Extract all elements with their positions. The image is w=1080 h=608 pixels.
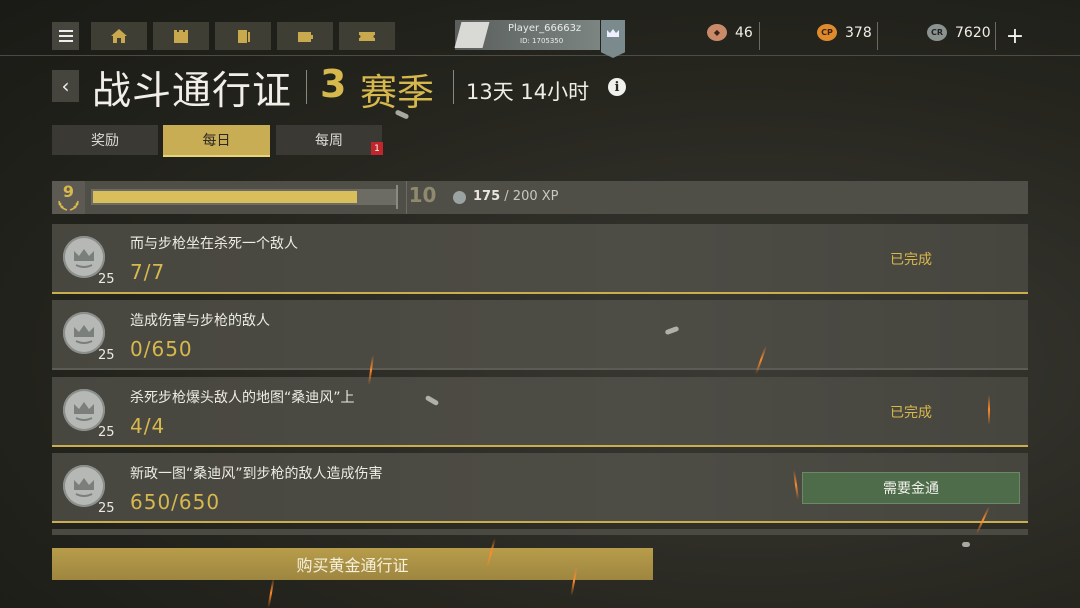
xp-bar-fill	[93, 191, 357, 203]
currency-divider	[759, 22, 760, 50]
rank-tab[interactable]	[601, 20, 625, 58]
barracks-button[interactable]	[153, 22, 209, 50]
challenge-progress: 0/650	[130, 337, 193, 361]
reward-xp: 25	[98, 272, 115, 287]
completed-label: 已完成	[890, 405, 932, 421]
credits-icon: CR	[927, 24, 947, 41]
castle-icon	[174, 30, 188, 43]
challenge-description: 而与步枪坐在杀死一个敌人	[130, 236, 298, 252]
top-divider	[0, 55, 1080, 56]
crate-icon: ◆	[707, 24, 727, 41]
tab-weekly[interactable]: 每周	[276, 125, 382, 155]
chevron-left-icon: ‹	[61, 74, 70, 98]
back-button[interactable]: ‹	[52, 70, 79, 102]
player-id: ID: 1705350	[520, 37, 564, 45]
reward-xp: 25	[98, 348, 115, 363]
title-divider	[453, 70, 454, 104]
hamburger-icon	[58, 30, 73, 42]
ember-particle	[267, 578, 275, 608]
xp-current: 175	[473, 189, 501, 204]
laurel-icon	[58, 200, 79, 211]
xp-icon	[453, 191, 466, 204]
currency-divider	[877, 22, 878, 50]
next-tier: 10	[408, 183, 437, 207]
home-button[interactable]	[91, 22, 147, 50]
xp-total: / 200 XP	[504, 189, 559, 204]
store-button[interactable]	[277, 22, 333, 50]
title-divider	[306, 70, 307, 104]
currency-credits-value: 7620	[955, 24, 991, 41]
home-icon	[111, 29, 127, 43]
battle-pass-button[interactable]	[339, 22, 395, 50]
menu-button[interactable]	[52, 22, 79, 50]
season-timer: 13天 14小时	[466, 80, 590, 104]
info-icon[interactable]: i	[608, 78, 626, 96]
add-currency-button[interactable]: +	[1003, 22, 1027, 50]
notification-badge: 1	[371, 142, 383, 155]
wallet-icon	[298, 32, 313, 42]
xp-bar-end	[396, 185, 398, 209]
ticket-icon	[359, 32, 375, 41]
reward-xp: 25	[98, 425, 115, 440]
currency-cod-points[interactable]: CP 378	[817, 24, 872, 41]
currency-divider	[995, 22, 996, 50]
ember-particle	[988, 395, 990, 425]
currency-credits[interactable]: CR 7620	[927, 24, 991, 41]
season-number: 3	[320, 62, 347, 106]
season-label: 赛季	[360, 71, 434, 114]
challenge-progress: 650/650	[130, 490, 221, 514]
challenge-row-partial	[52, 529, 1028, 535]
challenge-progress: 4/4	[130, 414, 166, 438]
buy-gold-pass-button[interactable]: 购买黄金通行证	[52, 548, 653, 580]
currency-cod-points-value: 378	[845, 24, 872, 41]
crown-icon	[607, 29, 619, 37]
tab-rewards[interactable]: 奖励	[52, 125, 158, 155]
loadout-button[interactable]	[215, 22, 271, 50]
challenge-progress: 7/7	[130, 260, 166, 284]
challenge-description: 新政一图“桑迪风”到步枪的敌人造成伤害	[130, 466, 383, 482]
challenge-description: 杀死步枪爆头敌人的地图“桑迪风”上	[130, 390, 355, 406]
xp-readout: 175 / 200 XP	[473, 189, 558, 204]
tab-daily[interactable]: 每日	[163, 125, 270, 157]
cod-points-icon: CP	[817, 24, 837, 41]
cards-icon	[238, 30, 250, 43]
page-title: 战斗通行证	[92, 69, 293, 114]
reward-xp: 25	[98, 501, 115, 516]
challenge-description: 造成伤害与步枪的敌人	[130, 313, 270, 329]
currency-crates[interactable]: ◆ 46	[707, 24, 753, 41]
completed-label: 已完成	[890, 252, 932, 268]
requires-gold-pass-button[interactable]: 需要金通	[802, 472, 1020, 504]
player-name: Player_66663z	[508, 23, 582, 34]
currency-crates-value: 46	[735, 24, 753, 41]
ash-particle	[962, 542, 970, 547]
